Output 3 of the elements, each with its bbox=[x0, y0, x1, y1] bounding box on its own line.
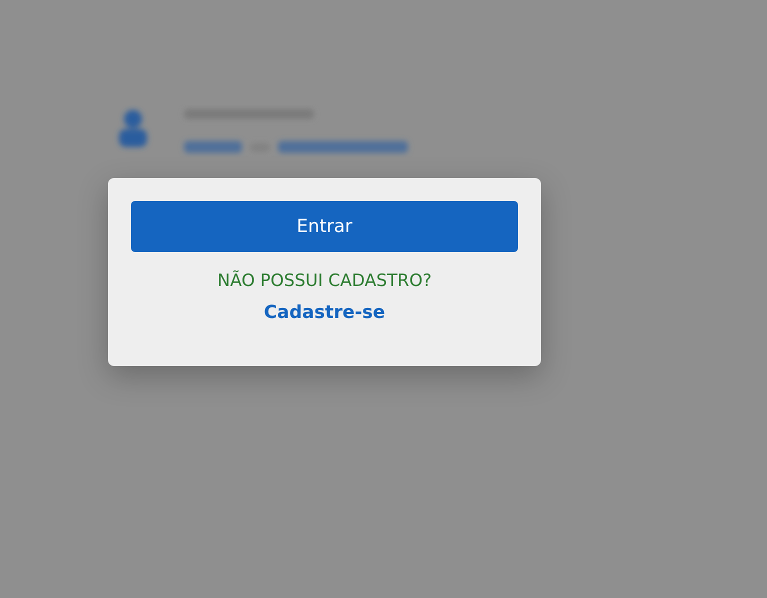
signup-prompt: NÃO POSSUI CADASTRO? bbox=[217, 271, 432, 291]
login-button[interactable]: Entrar bbox=[131, 201, 518, 252]
signup-link[interactable]: Cadastre-se bbox=[264, 302, 386, 323]
